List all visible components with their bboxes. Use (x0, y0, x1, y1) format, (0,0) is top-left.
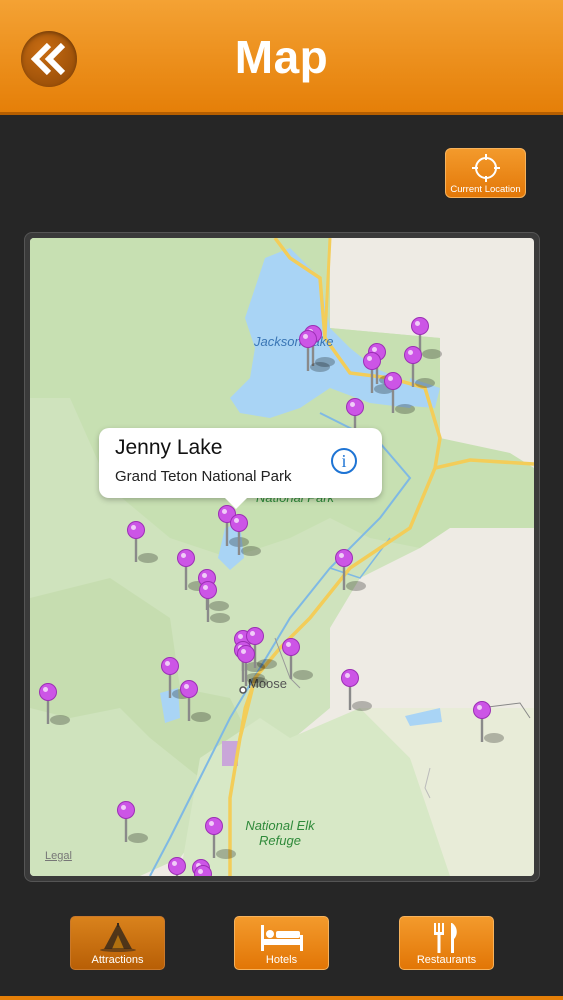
info-icon[interactable]: i (331, 448, 357, 474)
tab-restaurants-label: Restaurants (416, 954, 477, 966)
tab-attractions-label: Attractions (91, 954, 144, 966)
tab-restaurants[interactable]: Restaurants (399, 916, 494, 970)
map-callout[interactable]: Jenny Lake Grand Teton National Park i (99, 428, 382, 509)
page-title: Map (234, 31, 329, 83)
tab-hotels-label: Hotels (265, 954, 298, 966)
map-pin[interactable] (299, 330, 331, 373)
map-pin[interactable] (117, 801, 149, 844)
bed-icon (260, 925, 303, 951)
map-pin[interactable] (230, 514, 262, 557)
map-pin[interactable] (282, 638, 314, 681)
map-pin[interactable] (127, 521, 159, 564)
map-pin[interactable] (180, 680, 212, 723)
tent-icon (99, 923, 136, 952)
callout-title: Jenny Lake (115, 436, 223, 459)
header-bar: Map (0, 0, 563, 115)
current-location-button[interactable]: Current Location (445, 148, 526, 198)
map-pin[interactable] (205, 817, 237, 860)
bottom-accent-bar (0, 996, 563, 1000)
fork-knife-icon (433, 923, 457, 953)
tab-attractions[interactable]: Attractions (70, 916, 165, 970)
map-pin[interactable] (473, 701, 505, 744)
tab-hotels[interactable]: Hotels (234, 916, 329, 970)
callout-subtitle: Grand Teton National Park (115, 468, 292, 485)
map-pin[interactable] (335, 549, 367, 592)
map-pin[interactable] (39, 683, 71, 726)
map-pins-layer (39, 317, 505, 876)
map-view[interactable]: Jackson Lake National Park Moose Nationa… (30, 238, 534, 876)
current-location-label: Current Location (450, 184, 521, 195)
crosshair-icon (472, 154, 500, 182)
map-pin[interactable] (341, 669, 373, 712)
